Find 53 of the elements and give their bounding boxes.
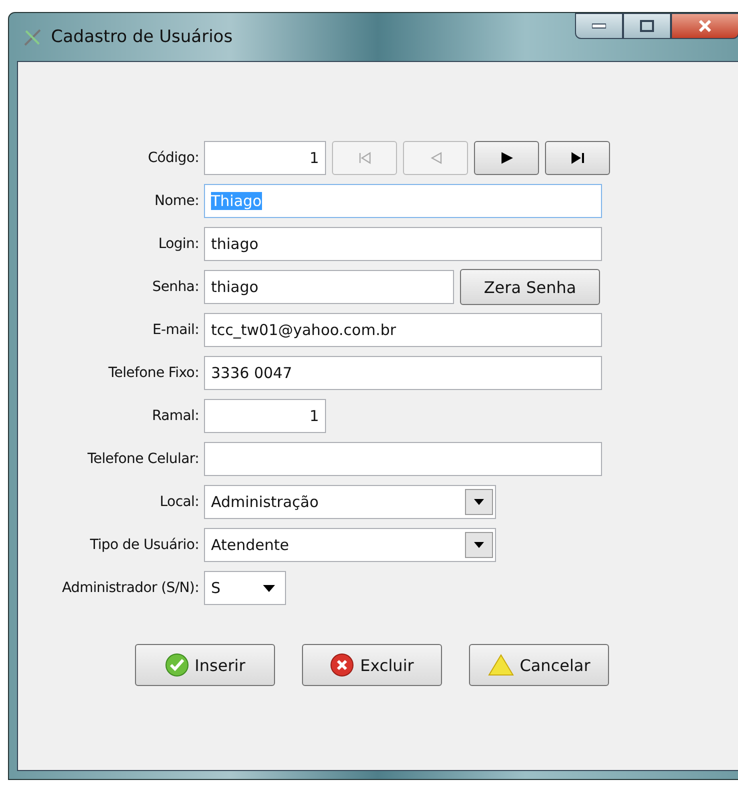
play-icon	[500, 152, 512, 164]
reset-password-button[interactable]: Zera Senha	[460, 269, 600, 305]
dropdown-field[interactable]: Administração	[204, 485, 496, 519]
action-button[interactable]: Inserir	[135, 644, 275, 686]
minimize-icon	[592, 23, 606, 29]
field-label: Local:	[158, 494, 199, 510]
warning-icon	[488, 653, 514, 677]
previous-icon	[430, 152, 442, 164]
action-button[interactable]: Cancelar	[469, 644, 609, 686]
input-field[interactable]: 3336 0047	[204, 356, 602, 390]
maximize-icon	[640, 20, 654, 32]
close-icon	[698, 20, 712, 32]
field-value: Atendente	[211, 536, 289, 554]
input-field[interactable]: 1	[204, 141, 326, 175]
maximize-button[interactable]	[623, 13, 671, 39]
field-value: 1	[309, 149, 319, 167]
action-button[interactable]: Excluir	[302, 644, 442, 686]
dropdown-arrow-icon	[263, 584, 275, 592]
field-value: S	[211, 579, 221, 597]
checkmark-icon	[164, 653, 189, 677]
field-label: Administrador (S/N):	[60, 580, 199, 596]
field-label: E-mail:	[151, 322, 199, 338]
minimize-button[interactable]	[575, 13, 623, 39]
navigation-button[interactable]	[545, 141, 610, 175]
field-value: thiago	[211, 235, 258, 253]
dropdown-field[interactable]: Atendente	[204, 528, 496, 562]
field-value: Administração	[211, 493, 319, 511]
field-value: 1	[309, 407, 319, 425]
field-value: thiago	[211, 278, 258, 296]
field-value: Thiago	[211, 192, 262, 210]
field-label: Nome:	[153, 193, 199, 209]
tools-icon	[23, 27, 43, 47]
first-record-icon	[358, 152, 372, 164]
close-button[interactable]	[671, 13, 738, 39]
field-label: Código:	[146, 150, 199, 166]
field-label: Ramal:	[150, 408, 199, 424]
input-field[interactable]: thiago	[204, 227, 602, 261]
window-title: Cadastro de Usuários	[51, 27, 234, 47]
field-label: Senha:	[151, 279, 199, 295]
field-label: Login:	[157, 236, 199, 252]
field-label: Telefone Celular:	[86, 451, 199, 467]
delete-icon	[330, 653, 354, 677]
input-field[interactable]: 1	[204, 399, 326, 433]
field-value: tcc_tw01@yahoo.com.br	[211, 321, 396, 339]
last-record-icon	[570, 152, 584, 164]
input-field[interactable]: thiago	[204, 270, 454, 304]
input-field[interactable]	[204, 442, 602, 476]
field-value: 3336 0047	[211, 364, 292, 382]
field-label: Telefone Fixo:	[107, 365, 199, 381]
navigation-button[interactable]	[474, 141, 539, 175]
input-field[interactable]: tcc_tw01@yahoo.com.br	[204, 313, 602, 347]
field-label: Tipo de Usuário:	[89, 537, 199, 553]
dropdown-field[interactable]: S	[204, 571, 286, 605]
